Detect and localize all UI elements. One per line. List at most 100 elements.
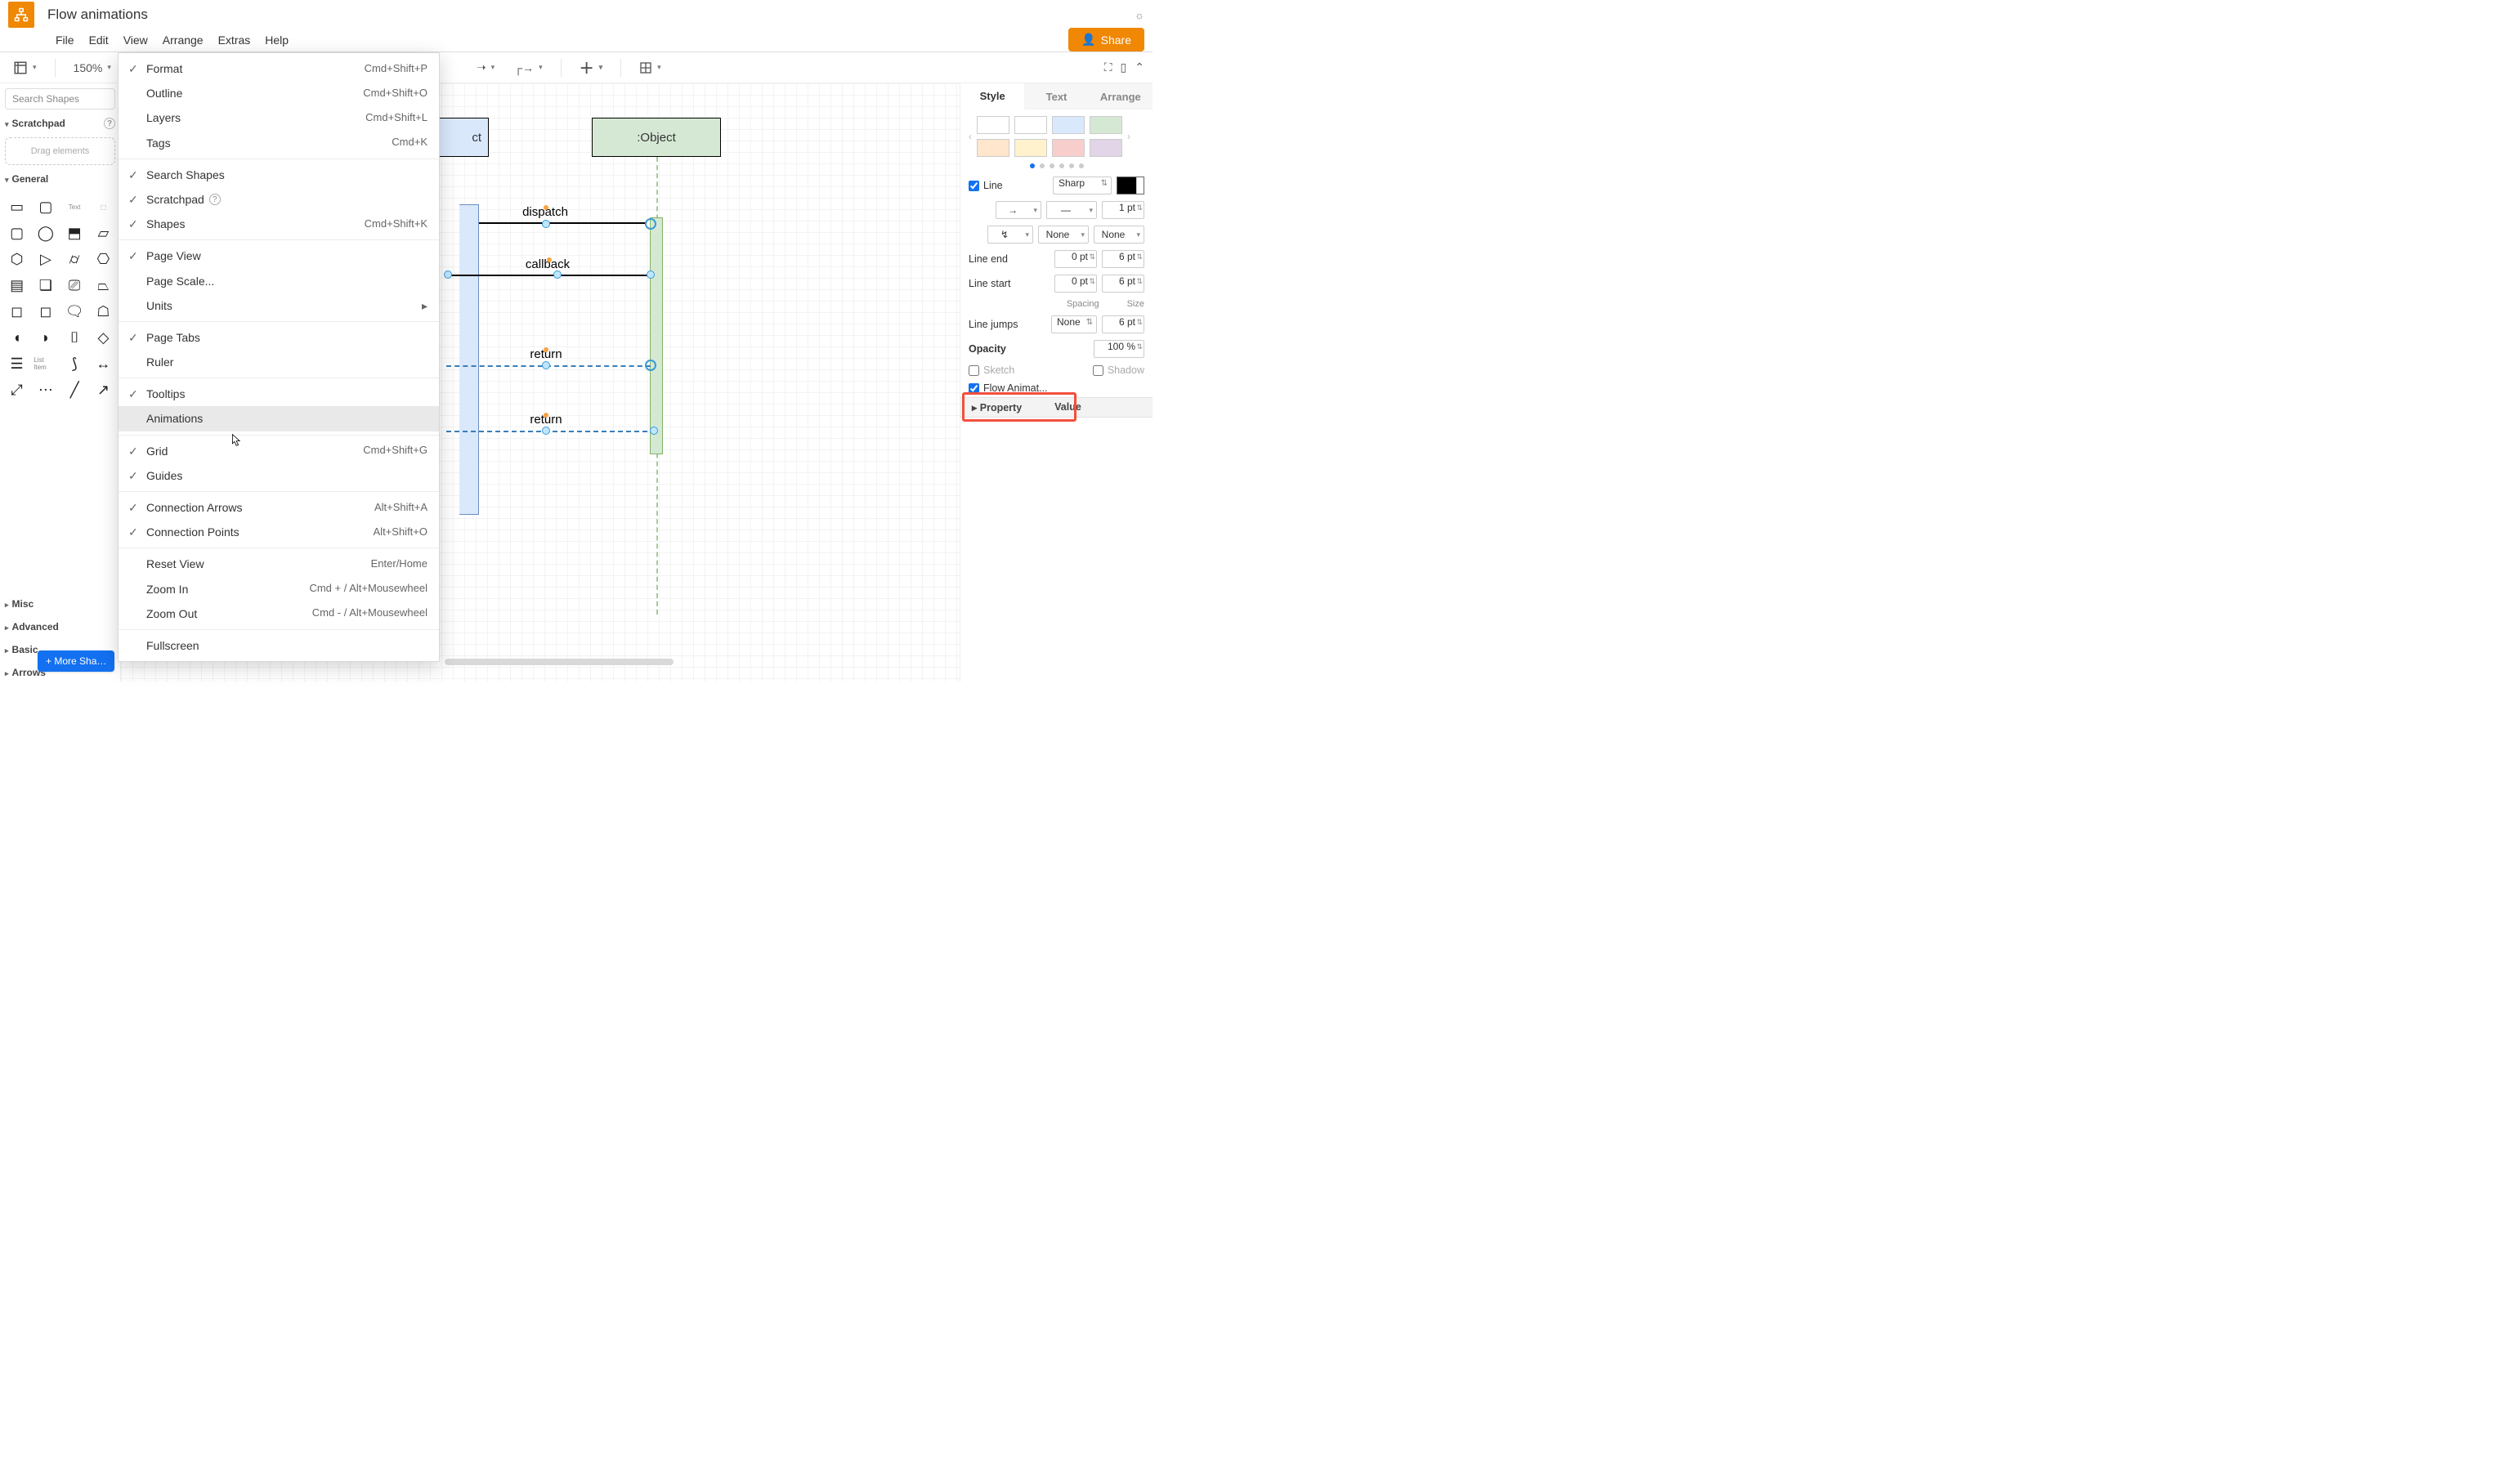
- shape-dotted[interactable]: ⋯: [34, 379, 57, 400]
- shape-card[interactable]: ◻: [5, 301, 29, 322]
- view-menu-outline[interactable]: OutlineCmd+Shift+O: [119, 81, 439, 105]
- opacity-input[interactable]: 100 %: [1094, 340, 1144, 358]
- view-menu-page-tabs[interactable]: Page Tabs: [119, 325, 439, 350]
- swatch-1[interactable]: [1014, 116, 1047, 134]
- connector-style-button[interactable]: ➝: [472, 58, 499, 77]
- general-header[interactable]: General: [5, 170, 115, 188]
- zoom-level[interactable]: 150%: [69, 59, 116, 77]
- shape-list[interactable]: ☰: [5, 353, 29, 374]
- view-menu-connection-points[interactable]: Connection PointsAlt+Shift+O: [119, 520, 439, 544]
- swatch-4[interactable]: [977, 139, 1009, 157]
- tab-text[interactable]: Text: [1024, 83, 1088, 110]
- menu-help[interactable]: Help: [265, 34, 289, 47]
- view-menu-search-shapes[interactable]: Search Shapes: [119, 163, 439, 187]
- shape-hex[interactable]: ⬡: [5, 248, 29, 270]
- menu-view[interactable]: View: [123, 34, 148, 47]
- line-style-select[interactable]: —: [1046, 201, 1097, 219]
- line-end-arrow-select[interactable]: None: [1094, 226, 1144, 244]
- view-menu-format[interactable]: FormatCmd+Shift+P: [119, 56, 439, 81]
- share-button[interactable]: 👤 Share: [1068, 28, 1144, 51]
- sketch-checkbox[interactable]: [969, 365, 979, 376]
- line-start-size[interactable]: 6 pt: [1102, 275, 1144, 293]
- advanced-header[interactable]: Advanced: [5, 618, 115, 636]
- view-menu-zoom-out[interactable]: Zoom OutCmd - / Alt+Mousewheel: [119, 601, 439, 626]
- table-button[interactable]: [634, 59, 666, 77]
- app-logo[interactable]: [8, 2, 34, 28]
- line-end-size[interactable]: 6 pt: [1102, 250, 1144, 268]
- swatch-2[interactable]: [1052, 116, 1085, 134]
- swatch-6[interactable]: [1052, 139, 1085, 157]
- swatch-7[interactable]: [1090, 139, 1122, 157]
- menu-file[interactable]: File: [56, 34, 74, 47]
- more-shapes-button[interactable]: + More Sha…: [38, 650, 114, 672]
- swatch-3[interactable]: [1090, 116, 1122, 134]
- shape-cyl[interactable]: ⌭: [63, 248, 87, 270]
- shape-step[interactable]: ⎚: [63, 275, 87, 296]
- line-shape-select[interactable]: Sharp: [1053, 177, 1112, 194]
- scratchpad-header[interactable]: Scratchpad ?: [5, 114, 115, 132]
- view-menu-tooltips[interactable]: Tooltips: [119, 382, 439, 406]
- shape-listitem[interactable]: List Item: [34, 353, 57, 374]
- view-menu-ruler[interactable]: Ruler: [119, 350, 439, 374]
- menu-edit[interactable]: Edit: [89, 34, 109, 47]
- scratchpad-drop[interactable]: Drag elements: [5, 137, 115, 165]
- shape-arrow-bi[interactable]: ↔: [92, 353, 115, 374]
- shape-curve[interactable]: ⟆: [63, 353, 87, 374]
- document-title[interactable]: Flow animations: [47, 7, 148, 23]
- waypoint-style-button[interactable]: ┌→: [509, 59, 547, 77]
- view-menu-shapes[interactable]: ShapesCmd+Shift+K: [119, 212, 439, 236]
- shape-doc[interactable]: ⬒: [63, 222, 87, 244]
- view-menu-guides[interactable]: Guides: [119, 463, 439, 488]
- shape-diamond[interactable]: ◇: [92, 327, 115, 348]
- view-menu-page-scale-[interactable]: Page Scale...: [119, 269, 439, 293]
- line-color-chip[interactable]: [1117, 177, 1144, 194]
- waypoint-style-select[interactable]: ↯: [987, 226, 1033, 244]
- shape-rect[interactable]: ▭: [5, 196, 29, 217]
- view-menu-page-view[interactable]: Page View: [119, 244, 439, 268]
- view-menu-zoom-in[interactable]: Zoom InCmd + / Alt+Mousewheel: [119, 577, 439, 601]
- line-end-spacing[interactable]: 0 pt: [1054, 250, 1097, 268]
- shape-actor[interactable]: ☖: [92, 301, 115, 322]
- shape-callout[interactable]: 🗨: [63, 301, 87, 322]
- shape-roundrect[interactable]: ▢: [34, 196, 57, 217]
- swatch-prev[interactable]: ‹: [969, 131, 972, 142]
- shape-cloud[interactable]: ⎔: [92, 248, 115, 270]
- shape-text[interactable]: Text: [63, 196, 87, 217]
- shape-para[interactable]: ▱: [92, 222, 115, 244]
- shape-process[interactable]: ▤: [5, 275, 29, 296]
- swatch-next[interactable]: ›: [1127, 131, 1130, 142]
- shape-trap[interactable]: ⏢: [92, 275, 115, 296]
- line-jumps-select[interactable]: None: [1051, 315, 1097, 333]
- shape-and[interactable]: ◗: [34, 327, 57, 348]
- view-menu-grid[interactable]: GridCmd+Shift+G: [119, 439, 439, 463]
- insert-button[interactable]: ＋: [575, 55, 608, 81]
- format-panel-icon[interactable]: ▯: [1121, 60, 1127, 74]
- shape-or[interactable]: ◖: [5, 327, 29, 348]
- theme-toggle-icon[interactable]: ☼: [1135, 9, 1144, 21]
- flow-animation-checkbox[interactable]: [969, 383, 979, 394]
- line-width-input[interactable]: 1 pt: [1102, 201, 1144, 219]
- swatch-5[interactable]: [1014, 139, 1047, 157]
- shadow-checkbox[interactable]: [1093, 365, 1103, 376]
- shape-dashed[interactable]: ⤢: [5, 379, 29, 400]
- view-menu-connection-arrows[interactable]: Connection ArrowsAlt+Shift+A: [119, 495, 439, 520]
- view-menu-scratchpad[interactable]: Scratchpad?: [119, 187, 439, 212]
- arrow-end-select[interactable]: →: [996, 201, 1041, 219]
- view-menu-units[interactable]: Units: [119, 293, 439, 318]
- view-menu-layers[interactable]: LayersCmd+Shift+L: [119, 105, 439, 130]
- collapse-icon[interactable]: ⌃: [1135, 60, 1144, 74]
- fullscreen-icon[interactable]: ⛶: [1104, 60, 1112, 74]
- help-icon[interactable]: ?: [104, 118, 115, 129]
- shape-note[interactable]: ◻: [34, 301, 57, 322]
- page-view-button[interactable]: [8, 58, 42, 78]
- line-jumps-size[interactable]: 6 pt: [1102, 315, 1144, 333]
- shape-ellipse[interactable]: ◯: [34, 222, 57, 244]
- menu-extras[interactable]: Extras: [218, 34, 251, 47]
- shape-tri[interactable]: ▷: [34, 248, 57, 270]
- horizontal-scrollbar[interactable]: [445, 659, 674, 665]
- diagram-object-2[interactable]: :Object: [592, 118, 721, 157]
- shape-data[interactable]: ⌷: [63, 327, 87, 348]
- search-shapes-input[interactable]: Search Shapes: [5, 88, 115, 110]
- view-menu-fullscreen[interactable]: Fullscreen: [119, 633, 439, 658]
- view-menu-animations[interactable]: Animations: [119, 406, 439, 431]
